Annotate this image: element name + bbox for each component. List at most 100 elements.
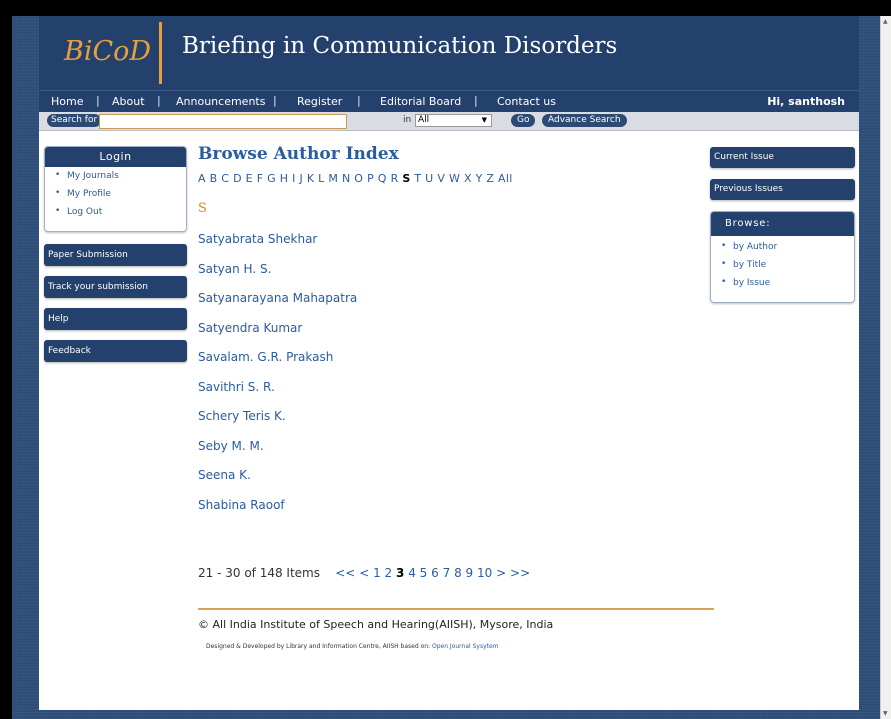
footer-credits: Designed & Developed by Library and Info… xyxy=(206,643,499,650)
letter-link[interactable]: E xyxy=(246,172,253,185)
author-link[interactable]: Seby M. M. xyxy=(198,439,718,469)
page-link[interactable]: 9 xyxy=(466,566,474,580)
author-link[interactable]: Satyendra Kumar xyxy=(198,321,718,351)
site-logo[interactable]: BiCoD xyxy=(64,36,151,67)
page-link[interactable]: 2 xyxy=(385,566,393,580)
current-page: 3 xyxy=(396,566,405,580)
letter-link[interactable]: Z xyxy=(486,172,494,185)
alphabet-index: A B C D E F G H I J K L M N O P Q R S T … xyxy=(198,172,718,185)
nav-about[interactable]: About xyxy=(112,95,145,108)
footer-copyright: © All India Institute of Speech and Hear… xyxy=(198,618,554,631)
ojs-link[interactable]: Open Journal Sysytem xyxy=(432,643,499,650)
author-link[interactable]: Savithri S. R. xyxy=(198,380,718,410)
search-input[interactable] xyxy=(99,114,347,129)
footer-credits-text: Designed & Developed by Library and Info… xyxy=(206,643,431,650)
letter-link[interactable]: M xyxy=(328,172,338,185)
browse-by-author-link[interactable]: by Author xyxy=(721,241,854,252)
browse-box: Browse: by Author by Title by Issue xyxy=(710,211,855,303)
login-box: Login My Journals My Profile Log Out xyxy=(44,146,187,232)
author-link[interactable]: Schery Teris K. xyxy=(198,409,718,439)
site-header: BiCoD Briefing in Communication Disorder… xyxy=(39,16,859,90)
page-link[interactable]: 1 xyxy=(373,566,381,580)
search-bar: Search for in All ▼ Go Advance Search xyxy=(39,112,859,131)
my-profile-link[interactable]: My Profile xyxy=(55,188,186,199)
nav-separator: | xyxy=(157,94,161,107)
nav-home[interactable]: Home xyxy=(51,95,83,108)
paper-submission-button[interactable]: Paper Submission xyxy=(44,244,187,266)
letter-link[interactable]: C xyxy=(221,172,229,185)
feedback-button[interactable]: Feedback xyxy=(44,340,187,362)
author-link[interactable]: Seena K. xyxy=(198,468,718,498)
next-page-link[interactable]: > xyxy=(496,566,506,580)
page-link[interactable]: 7 xyxy=(443,566,451,580)
browse-by-title-link[interactable]: by Title xyxy=(721,259,854,270)
letter-link[interactable]: H xyxy=(280,172,289,185)
nav-contact-us[interactable]: Contact us xyxy=(497,95,556,108)
page-link[interactable]: 8 xyxy=(454,566,462,580)
author-link[interactable]: Satyabrata Shekhar xyxy=(198,232,718,262)
track-submission-button[interactable]: Track your submission xyxy=(44,276,187,298)
letter-link[interactable]: I xyxy=(292,172,296,185)
nav-announcements[interactable]: Announcements xyxy=(176,95,265,108)
prev-page-link[interactable]: < xyxy=(359,566,369,580)
letter-link[interactable]: J xyxy=(299,172,303,185)
help-button[interactable]: Help xyxy=(44,308,187,330)
search-go-button[interactable]: Go xyxy=(511,114,536,127)
log-out-link[interactable]: Log Out xyxy=(55,206,186,217)
letter-all-link[interactable]: All xyxy=(498,172,513,185)
letter-link[interactable]: O xyxy=(354,172,363,185)
author-link[interactable]: Satyan H. S. xyxy=(198,262,718,292)
author-link[interactable]: Savalam. G.R. Prakash xyxy=(198,350,718,380)
letter-link[interactable]: L xyxy=(318,172,324,185)
left-sidebar: Login My Journals My Profile Log Out Pap… xyxy=(44,146,187,362)
advanced-search-button[interactable]: Advance Search xyxy=(542,114,627,127)
nav-editorial-board[interactable]: Editorial Board xyxy=(380,95,461,108)
letter-link[interactable]: P xyxy=(367,172,374,185)
my-journals-link[interactable]: My Journals xyxy=(55,170,186,181)
window-left-edge xyxy=(0,0,12,719)
search-scope-value: All xyxy=(418,115,430,125)
nav-separator: | xyxy=(96,94,100,107)
letter-current: S xyxy=(402,172,411,185)
search-scope-label: in xyxy=(403,115,412,125)
search-scope-select[interactable]: All ▼ xyxy=(415,114,492,127)
pagination: 21 - 30 of 148 Items << < 1 2 3 4 5 6 7 … xyxy=(198,566,530,580)
scroll-down-icon[interactable]: ▼ xyxy=(883,710,888,717)
browse-links: by Author by Title by Issue xyxy=(711,236,854,302)
nav-register[interactable]: Register xyxy=(297,95,342,108)
browse-by-issue-link[interactable]: by Issue xyxy=(721,277,854,288)
letter-link[interactable]: W xyxy=(449,172,460,185)
login-links: My Journals My Profile Log Out xyxy=(45,167,186,231)
letter-link[interactable]: Q xyxy=(378,172,387,185)
letter-link[interactable]: F xyxy=(257,172,264,185)
vertical-scrollbar[interactable]: ▲ ▼ xyxy=(880,16,891,719)
letter-link[interactable]: N xyxy=(342,172,351,185)
letter-link[interactable]: X xyxy=(464,172,472,185)
page-link[interactable]: 4 xyxy=(408,566,416,580)
letter-link[interactable]: V xyxy=(437,172,445,185)
user-greeting[interactable]: Hi, santhosh xyxy=(767,95,845,108)
previous-issues-button[interactable]: Previous Issues xyxy=(710,179,855,200)
letter-link[interactable]: D xyxy=(233,172,242,185)
window-top-bar xyxy=(0,0,891,16)
letter-link[interactable]: T xyxy=(414,172,421,185)
page-link[interactable]: 6 xyxy=(431,566,439,580)
first-page-link[interactable]: << xyxy=(335,566,355,580)
letter-link[interactable]: K xyxy=(307,172,315,185)
author-link[interactable]: Shabina Raoof xyxy=(198,498,718,528)
letter-link[interactable]: U xyxy=(425,172,433,185)
page-link[interactable]: 10 xyxy=(477,566,492,580)
footer-divider xyxy=(198,608,714,610)
nav-separator: | xyxy=(357,94,361,107)
last-page-link[interactable]: >> xyxy=(510,566,530,580)
letter-link[interactable]: R xyxy=(391,172,399,185)
page-link[interactable]: 5 xyxy=(420,566,428,580)
page-title: Browse Author Index xyxy=(198,144,399,164)
letter-link[interactable]: A xyxy=(198,172,206,185)
letter-link[interactable]: G xyxy=(267,172,276,185)
current-issue-button[interactable]: Current Issue xyxy=(710,147,855,168)
author-link[interactable]: Satyanarayana Mahapatra xyxy=(198,291,718,321)
scroll-up-icon[interactable]: ▲ xyxy=(883,18,888,25)
letter-link[interactable]: B xyxy=(210,172,218,185)
letter-link[interactable]: Y xyxy=(476,172,483,185)
